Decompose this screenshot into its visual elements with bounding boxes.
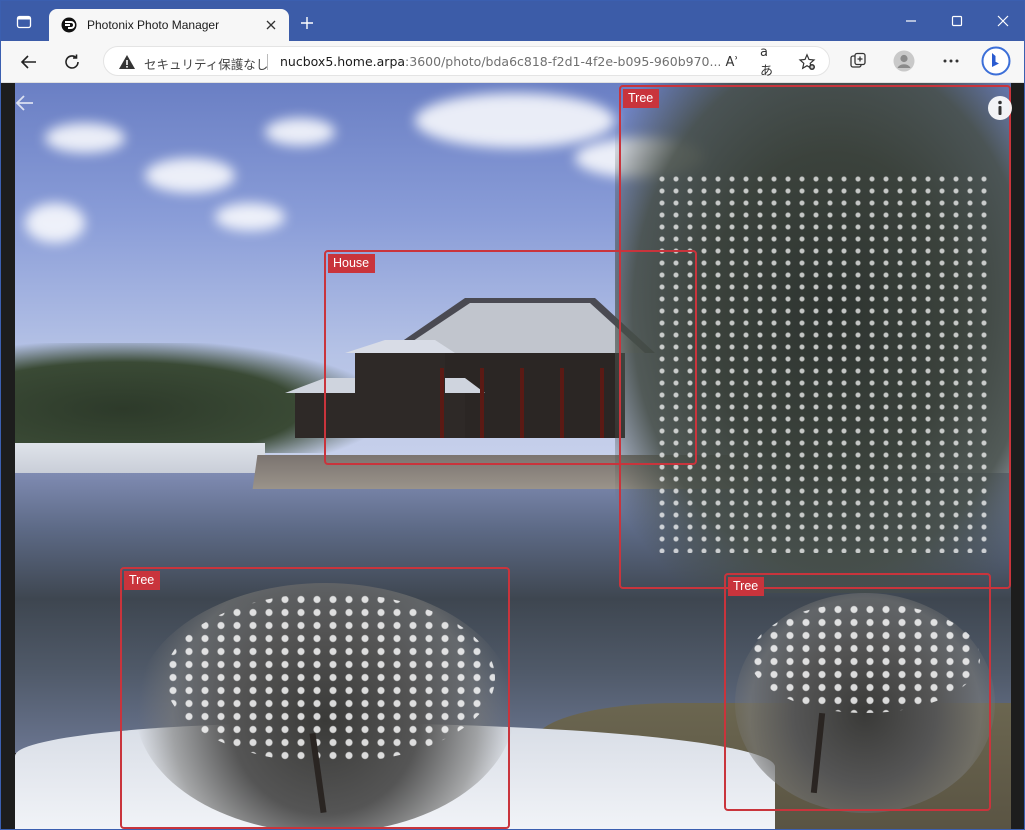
photo-image: Tree House Tree Tree [15, 83, 1011, 829]
detection-box-tree[interactable]: Tree [724, 573, 991, 811]
cloud [45, 123, 125, 153]
more-icon [943, 59, 959, 63]
browser-toolbar: セキュリティ保護なし nucbox5.home.arpa:3600/photo/… [1, 41, 1024, 83]
favorites-icon [798, 53, 816, 70]
url-path: :3600/photo/bda6c818-f2d1-4f2e-b095-960b… [405, 54, 722, 69]
url-host: nucbox5.home.arpa [280, 54, 406, 69]
new-tab-button[interactable] [297, 13, 317, 33]
window-close-button[interactable] [993, 11, 1013, 31]
app-favicon [61, 17, 77, 33]
collections-button[interactable] [847, 50, 869, 72]
cloud [415, 93, 615, 148]
plus-icon [301, 17, 313, 29]
bing-copilot-button[interactable] [981, 46, 1011, 76]
maximize-button[interactable] [947, 11, 967, 31]
minimize-button[interactable] [901, 11, 921, 31]
address-bar[interactable]: セキュリティ保護なし nucbox5.home.arpa:3600/photo/… [103, 45, 830, 79]
close-icon [266, 20, 276, 30]
detection-box-tree[interactable]: Tree [120, 567, 510, 829]
tab-title: Photonix Photo Manager [87, 18, 220, 32]
profile-button[interactable] [893, 50, 915, 72]
refresh-button[interactable] [59, 49, 85, 75]
browser-window: Photonix Photo Manager セキュリティ保護なし nucbox… [0, 0, 1025, 830]
collections-icon [850, 52, 866, 68]
more-menu-button[interactable] [940, 50, 962, 72]
minimize-icon [906, 20, 916, 22]
tab-close-button[interactable] [263, 17, 279, 33]
snowbank [15, 443, 265, 473]
cloud [25, 203, 85, 243]
tab-actions-button[interactable] [9, 9, 39, 35]
detection-label: House [328, 254, 376, 273]
maximize-icon [951, 15, 963, 27]
reader-view-icon: Aʾ [725, 54, 739, 70]
detection-label: Tree [124, 571, 161, 590]
photo-back-icon[interactable] [15, 94, 35, 112]
cloud [145, 158, 235, 193]
favorite-button[interactable] [797, 52, 817, 72]
cloud [215, 203, 285, 231]
detection-box-house[interactable]: House [324, 250, 697, 465]
close-icon [997, 15, 1009, 27]
back-button[interactable] [16, 49, 42, 75]
read-aloud-icon: aあ [760, 45, 774, 79]
url-text: nucbox5.home.arpa:3600/photo/bda6c818-f2… [280, 54, 721, 69]
profile-icon [893, 50, 915, 72]
bing-icon [981, 46, 1011, 76]
tab-photonix[interactable]: Photonix Photo Manager [49, 9, 289, 41]
address-separator [267, 54, 268, 70]
refresh-icon [65, 54, 79, 69]
info-icon[interactable] [987, 95, 1013, 121]
detection-label: Tree [623, 89, 660, 108]
back-arrow-icon [20, 55, 36, 69]
warning-icon [119, 55, 135, 69]
detection-label: Tree [728, 577, 765, 596]
cloud [265, 118, 335, 146]
title-bar: Photonix Photo Manager [1, 1, 1024, 41]
security-label: セキュリティ保護なし [144, 57, 269, 72]
read-aloud-button[interactable]: aあ [760, 45, 780, 79]
photo-viewer: Tree House Tree Tree [1, 83, 1024, 829]
reader-view-button[interactable]: Aʾ [722, 52, 742, 72]
sidebar-icon [16, 15, 32, 29]
